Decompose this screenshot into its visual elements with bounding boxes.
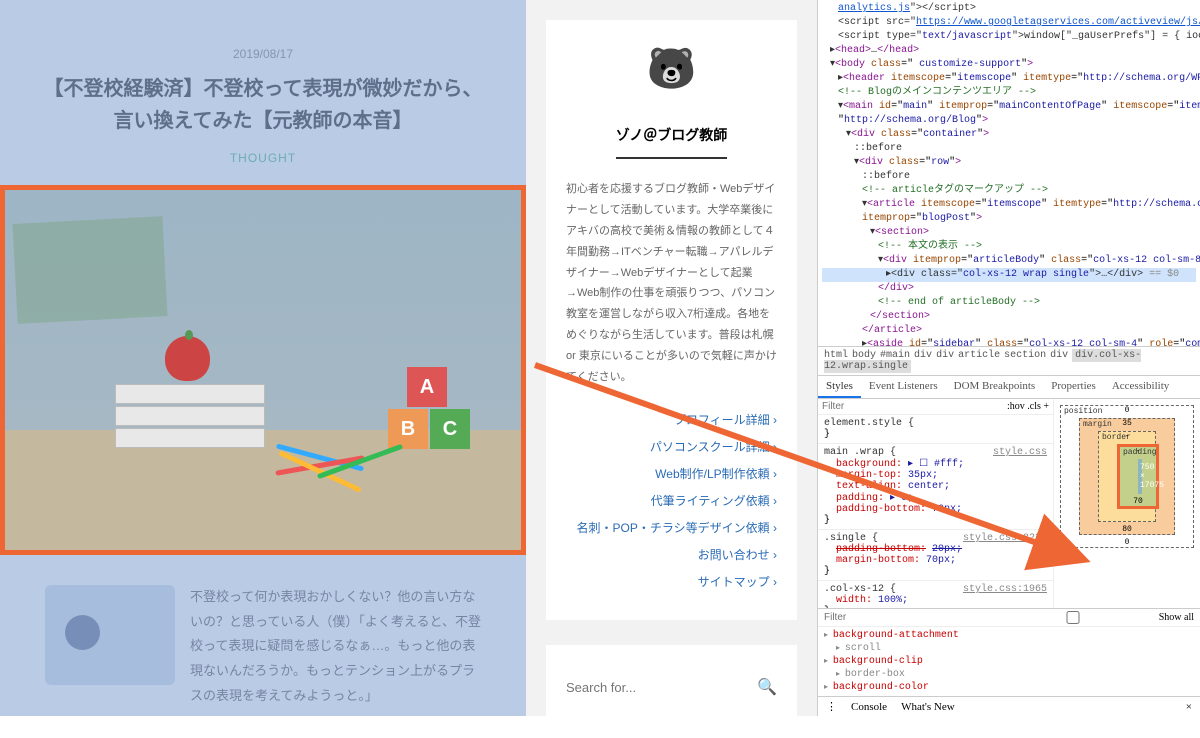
styles-filter-input[interactable]	[822, 401, 1007, 412]
box-model[interactable]: position 0 margin 35 border - padding - …	[1053, 399, 1200, 608]
bear-logo-icon	[644, 45, 699, 110]
styles-tabs[interactable]: Styles Event Listeners DOM Breakpoints P…	[818, 375, 1200, 399]
sidebar-link[interactable]: 名刺・POP・チラシ等デザイン依頼	[566, 514, 777, 541]
article-column: 2019/08/17 【不登校経験済】不登校って表現が微妙だから、言い換えてみた…	[0, 0, 526, 716]
hero-image: A BC	[5, 190, 521, 550]
console-drawer[interactable]: ⋮ Console What's New ×	[818, 696, 1200, 716]
tab-accessibility[interactable]: Accessibility	[1104, 376, 1177, 398]
abc-blocks: A BC	[387, 366, 471, 450]
tab-dombreakpoints[interactable]: DOM Breakpoints	[946, 376, 1044, 398]
search-input[interactable]	[566, 670, 757, 705]
search-icon[interactable]: 🔍	[757, 677, 777, 697]
author-avatar	[45, 585, 175, 685]
tab-whatsnew[interactable]: What's New	[901, 701, 955, 713]
sidebar-link[interactable]: パソコンスクール詳細	[566, 433, 777, 460]
drawer-toggle-icon[interactable]: ⋮	[826, 700, 837, 713]
tab-styles[interactable]: Styles	[818, 376, 861, 398]
apple-icon	[165, 336, 210, 381]
tab-console[interactable]: Console	[851, 701, 887, 713]
sidebar-link[interactable]: Web制作/LP制作依頼	[566, 460, 777, 487]
post-excerpt: 不登校って何か表現おかしくない？他の言い方ないの？と思っている人（僕）「よく考え…	[190, 585, 481, 708]
elements-tree[interactable]: analytics.js"></script> <script src="htt…	[818, 0, 1200, 346]
sidebar-link[interactable]: お問い合わせ	[566, 541, 777, 568]
computed-filter-input[interactable]	[824, 612, 990, 623]
box-model-padding-highlight: padding - 750 × 17075 70	[1117, 444, 1159, 509]
breadcrumb-path[interactable]: htmlbody#maindivdivarticlesectiondivdiv.…	[818, 346, 1200, 375]
tab-properties[interactable]: Properties	[1043, 376, 1104, 398]
sidebar-links: プロフィール詳細 パソコンスクール詳細 Web制作/LP制作依頼 代筆ライティン…	[566, 406, 777, 595]
showall-checkbox[interactable]	[990, 611, 1156, 624]
tab-eventlisteners[interactable]: Event Listeners	[861, 376, 946, 398]
hov-toggle[interactable]: :hov	[1007, 401, 1025, 412]
sidebar-title: ゾノ＠ブログ教師	[616, 125, 728, 159]
selected-element-row[interactable]: …▸<div class="col-xs-12 wrap single">…</…	[822, 268, 1196, 282]
post-title: 【不登校経験済】不登校って表現が微妙だから、言い換えてみた【元教師の本音】	[35, 73, 491, 137]
computed-properties[interactable]: background-attachment scroll background-…	[818, 627, 1200, 696]
profile-widget: ゾノ＠ブログ教師 初心者を応援するブログ教師・Webデザイナーとして活動していま…	[546, 20, 797, 620]
css-rules[interactable]: :hov .cls + element.style {} style.css m…	[818, 399, 1053, 608]
sidebar-link[interactable]: プロフィール詳細	[566, 406, 777, 433]
blog-sidebar: ゾノ＠ブログ教師 初心者を応援するブログ教師・Webデザイナーとして活動していま…	[526, 0, 817, 716]
sidebar-link[interactable]: 代筆ライティング依頼	[566, 487, 777, 514]
close-icon[interactable]: ×	[1186, 701, 1192, 713]
post-category[interactable]: THOUGHT	[35, 151, 491, 165]
cls-toggle[interactable]: .cls	[1027, 401, 1041, 412]
post-date: 2019/08/17	[35, 47, 491, 61]
sidebar-bio: 初心者を応援するブログ教師・Webデザイナーとして活動しています。大学卒業後にア…	[566, 179, 777, 388]
search-widget: 🔍	[546, 645, 797, 730]
add-rule-icon[interactable]: +	[1043, 401, 1049, 412]
hero-image-highlight: A BC	[0, 185, 526, 555]
devtools-panel: analytics.js"></script> <script src="htt…	[817, 0, 1200, 716]
page-preview: 2019/08/17 【不登校経験済】不登校って表現が微妙だから、言い換えてみた…	[0, 0, 817, 716]
sidebar-link[interactable]: サイトマップ	[566, 568, 777, 595]
